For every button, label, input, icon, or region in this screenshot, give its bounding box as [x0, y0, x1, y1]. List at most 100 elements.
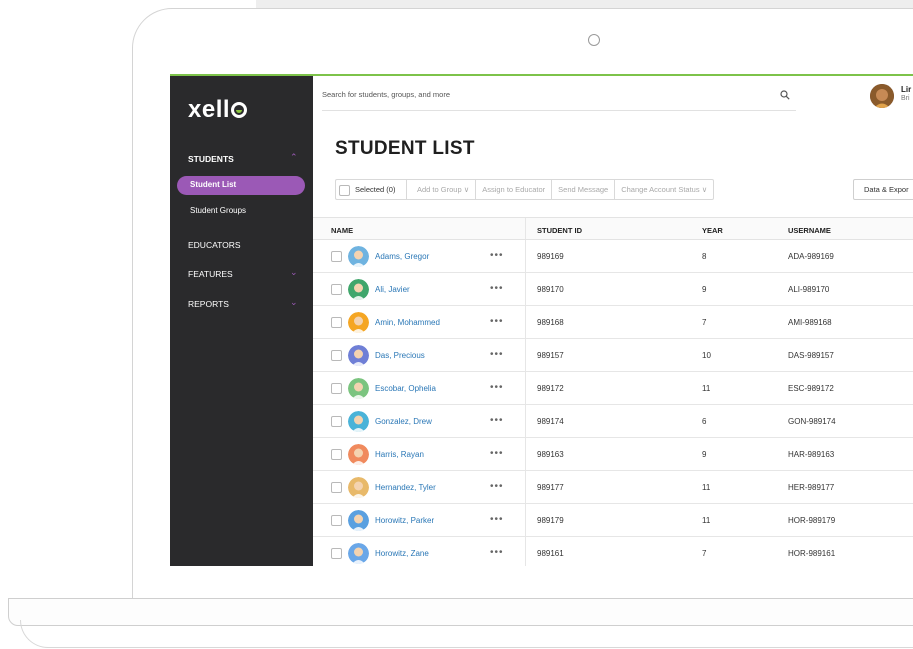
select-all-checkbox[interactable] — [339, 185, 350, 196]
row-checkbox[interactable] — [331, 350, 342, 361]
chevron-down-icon[interactable]: ⌄ — [290, 297, 298, 308]
sidebar-item-student-groups[interactable]: Student Groups — [190, 206, 246, 215]
search-icon[interactable] — [780, 90, 790, 100]
row-checkbox[interactable] — [331, 317, 342, 328]
table-row[interactable]: Ali, Javier ••• 989170 9 ALI-989170 — [313, 273, 913, 306]
student-name-link[interactable]: Escobar, Ophelia — [375, 384, 436, 393]
student-name-link[interactable]: Horowitz, Zane — [375, 549, 429, 558]
student-username: DAS-989157 — [788, 351, 834, 360]
xello-logo[interactable]: xell — [188, 96, 248, 124]
sidebar-section-features[interactable]: FEATURES — [188, 269, 233, 279]
student-avatar — [348, 378, 369, 399]
row-checkbox[interactable] — [331, 416, 342, 427]
student-username: GON-989174 — [788, 417, 836, 426]
column-divider — [525, 471, 526, 503]
row-checkbox[interactable] — [331, 482, 342, 493]
more-options-icon[interactable]: ••• — [490, 382, 504, 393]
student-year: 11 — [702, 384, 711, 393]
camera-icon — [588, 34, 600, 46]
table-row[interactable]: Horowitz, Zane ••• 989161 7 HOR-989161 — [313, 537, 913, 566]
student-id: 989163 — [537, 450, 564, 459]
chevron-down-icon: ∨ — [701, 185, 708, 194]
sidebar-section-students[interactable]: STUDENTS — [188, 154, 234, 164]
laptop-base-edge — [20, 620, 913, 648]
select-all-control[interactable]: Selected (0) — [335, 179, 406, 200]
column-header-name[interactable]: NAME — [331, 226, 353, 235]
device-mockup: xell STUDENTS ⌃ Student List Student Gro… — [0, 0, 913, 649]
student-id: 989179 — [537, 516, 564, 525]
student-avatar-image — [348, 477, 369, 498]
sidebar: xell STUDENTS ⌃ Student List Student Gro… — [170, 76, 313, 566]
table-row[interactable]: Harris, Rayan ••• 989163 9 HAR-989163 — [313, 438, 913, 471]
column-header-year[interactable]: YEAR — [702, 226, 723, 235]
more-options-icon[interactable]: ••• — [490, 415, 504, 426]
add-to-group-button[interactable]: Add to Group ∨ — [406, 179, 476, 200]
chevron-down-icon: ∨ — [463, 185, 470, 194]
row-checkbox[interactable] — [331, 548, 342, 559]
bulk-actions-toolbar: Selected (0) Add to Group ∨ Assign to Ed… — [335, 179, 715, 200]
table-header: NAME STUDENT ID YEAR USERNAME — [313, 217, 913, 240]
student-id: 989168 — [537, 318, 564, 327]
chevron-up-icon[interactable]: ⌃ — [290, 152, 298, 163]
more-options-icon[interactable]: ••• — [490, 514, 504, 525]
user-avatar[interactable] — [870, 84, 894, 108]
student-avatar — [348, 345, 369, 366]
student-table: NAME STUDENT ID YEAR USERNAME Adams, Gre… — [313, 217, 913, 566]
student-avatar-image — [348, 444, 369, 465]
chevron-down-icon[interactable]: ⌄ — [290, 267, 298, 278]
avatar-face — [354, 382, 363, 392]
table-row[interactable]: Das, Precious ••• 989157 10 DAS-989157 — [313, 339, 913, 372]
more-options-icon[interactable]: ••• — [490, 349, 504, 360]
table-row[interactable]: Escobar, Ophelia ••• 989172 11 ESC-98917… — [313, 372, 913, 405]
more-options-icon[interactable]: ••• — [490, 250, 504, 261]
column-header-student-id[interactable]: STUDENT ID — [537, 226, 582, 235]
student-name-link[interactable]: Gonzalez, Drew — [375, 417, 432, 426]
student-name-link[interactable]: Hernandez, Tyler — [375, 483, 436, 492]
student-id: 989170 — [537, 285, 564, 294]
student-avatar — [348, 444, 369, 465]
table-row[interactable]: Horowitz, Parker ••• 989179 11 HOR-98917… — [313, 504, 913, 537]
student-avatar — [348, 510, 369, 531]
row-checkbox[interactable] — [331, 383, 342, 394]
table-row[interactable]: Gonzalez, Drew ••• 989174 6 GON-989174 — [313, 405, 913, 438]
assign-to-educator-button[interactable]: Assign to Educator — [475, 179, 552, 200]
sidebar-section-reports[interactable]: REPORTS — [188, 299, 229, 309]
row-checkbox[interactable] — [331, 449, 342, 460]
sidebar-section-educators[interactable]: EDUCATORS — [188, 240, 241, 250]
student-year: 7 — [702, 318, 707, 327]
column-header-username[interactable]: USERNAME — [788, 226, 831, 235]
student-id: 989169 — [537, 252, 564, 261]
user-name[interactable]: Lir — [901, 85, 911, 94]
row-checkbox[interactable] — [331, 515, 342, 526]
row-checkbox[interactable] — [331, 284, 342, 295]
more-options-icon[interactable]: ••• — [490, 316, 504, 327]
student-name-link[interactable]: Horowitz, Parker — [375, 516, 434, 525]
more-options-icon[interactable]: ••• — [490, 448, 504, 459]
data-export-button[interactable]: Data & Expor — [853, 179, 913, 200]
student-avatar — [348, 543, 369, 564]
student-name-link[interactable]: Adams, Gregor — [375, 252, 429, 261]
table-row[interactable]: Hernandez, Tyler ••• 989177 11 HER-98917… — [313, 471, 913, 504]
student-name-link[interactable]: Harris, Rayan — [375, 450, 424, 459]
table-row[interactable]: Amin, Mohammed ••• 989168 7 AMI-989168 — [313, 306, 913, 339]
app-screen: xell STUDENTS ⌃ Student List Student Gro… — [170, 74, 913, 566]
sidebar-item-student-list[interactable]: Student List — [177, 176, 305, 195]
student-year: 10 — [702, 351, 711, 360]
student-name-link[interactable]: Amin, Mohammed — [375, 318, 440, 327]
more-options-icon[interactable]: ••• — [490, 283, 504, 294]
student-username: ESC-989172 — [788, 384, 834, 393]
search-input[interactable]: Search for students, groups, and more — [322, 90, 450, 99]
logo-o-mark — [231, 102, 248, 118]
avatar-face — [354, 481, 363, 491]
table-row[interactable]: Adams, Gregor ••• 989169 8 ADA-989169 — [313, 240, 913, 273]
student-username: HOR-989161 — [788, 549, 836, 558]
more-options-icon[interactable]: ••• — [490, 547, 504, 558]
row-checkbox[interactable] — [331, 251, 342, 262]
student-name-link[interactable]: Das, Precious — [375, 351, 425, 360]
change-account-status-button[interactable]: Change Account Status ∨ — [614, 179, 715, 200]
more-options-icon[interactable]: ••• — [490, 481, 504, 492]
student-name-link[interactable]: Ali, Javier — [375, 285, 410, 294]
column-divider — [525, 273, 526, 305]
column-divider — [525, 405, 526, 437]
send-message-button[interactable]: Send Message — [551, 179, 615, 200]
